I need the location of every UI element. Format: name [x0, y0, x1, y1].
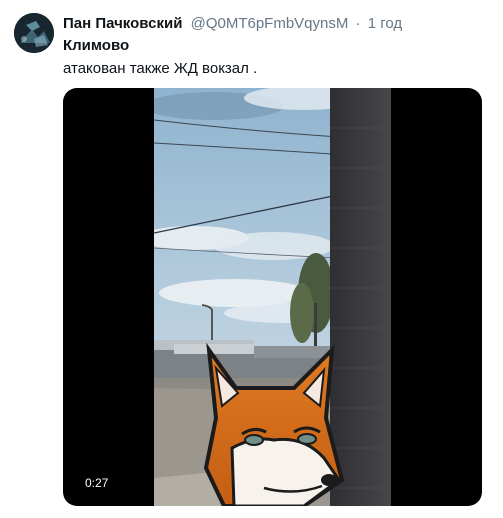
video-player[interactable]: 0:27 — [63, 88, 482, 506]
timestamp[interactable]: 1 год — [368, 15, 402, 32]
tweet-text: атакован также ЖД вокзал . — [63, 60, 258, 77]
video-frame[interactable] — [154, 88, 391, 506]
author-handle[interactable]: @Q0MT6pFmbVqynsM — [191, 15, 349, 32]
author-name[interactable]: Пан Пачковский — [63, 15, 182, 32]
tweet-header: Пан Пачковский @Q0MT6pFmbVqynsM · 1 год — [63, 14, 402, 34]
separator-dot: · — [355, 15, 361, 32]
avatar-image — [14, 13, 54, 53]
tweet-title: Климово — [63, 37, 130, 54]
avatar[interactable] — [14, 13, 54, 53]
video-still — [154, 88, 391, 506]
video-duration: 0:27 — [82, 475, 112, 491]
